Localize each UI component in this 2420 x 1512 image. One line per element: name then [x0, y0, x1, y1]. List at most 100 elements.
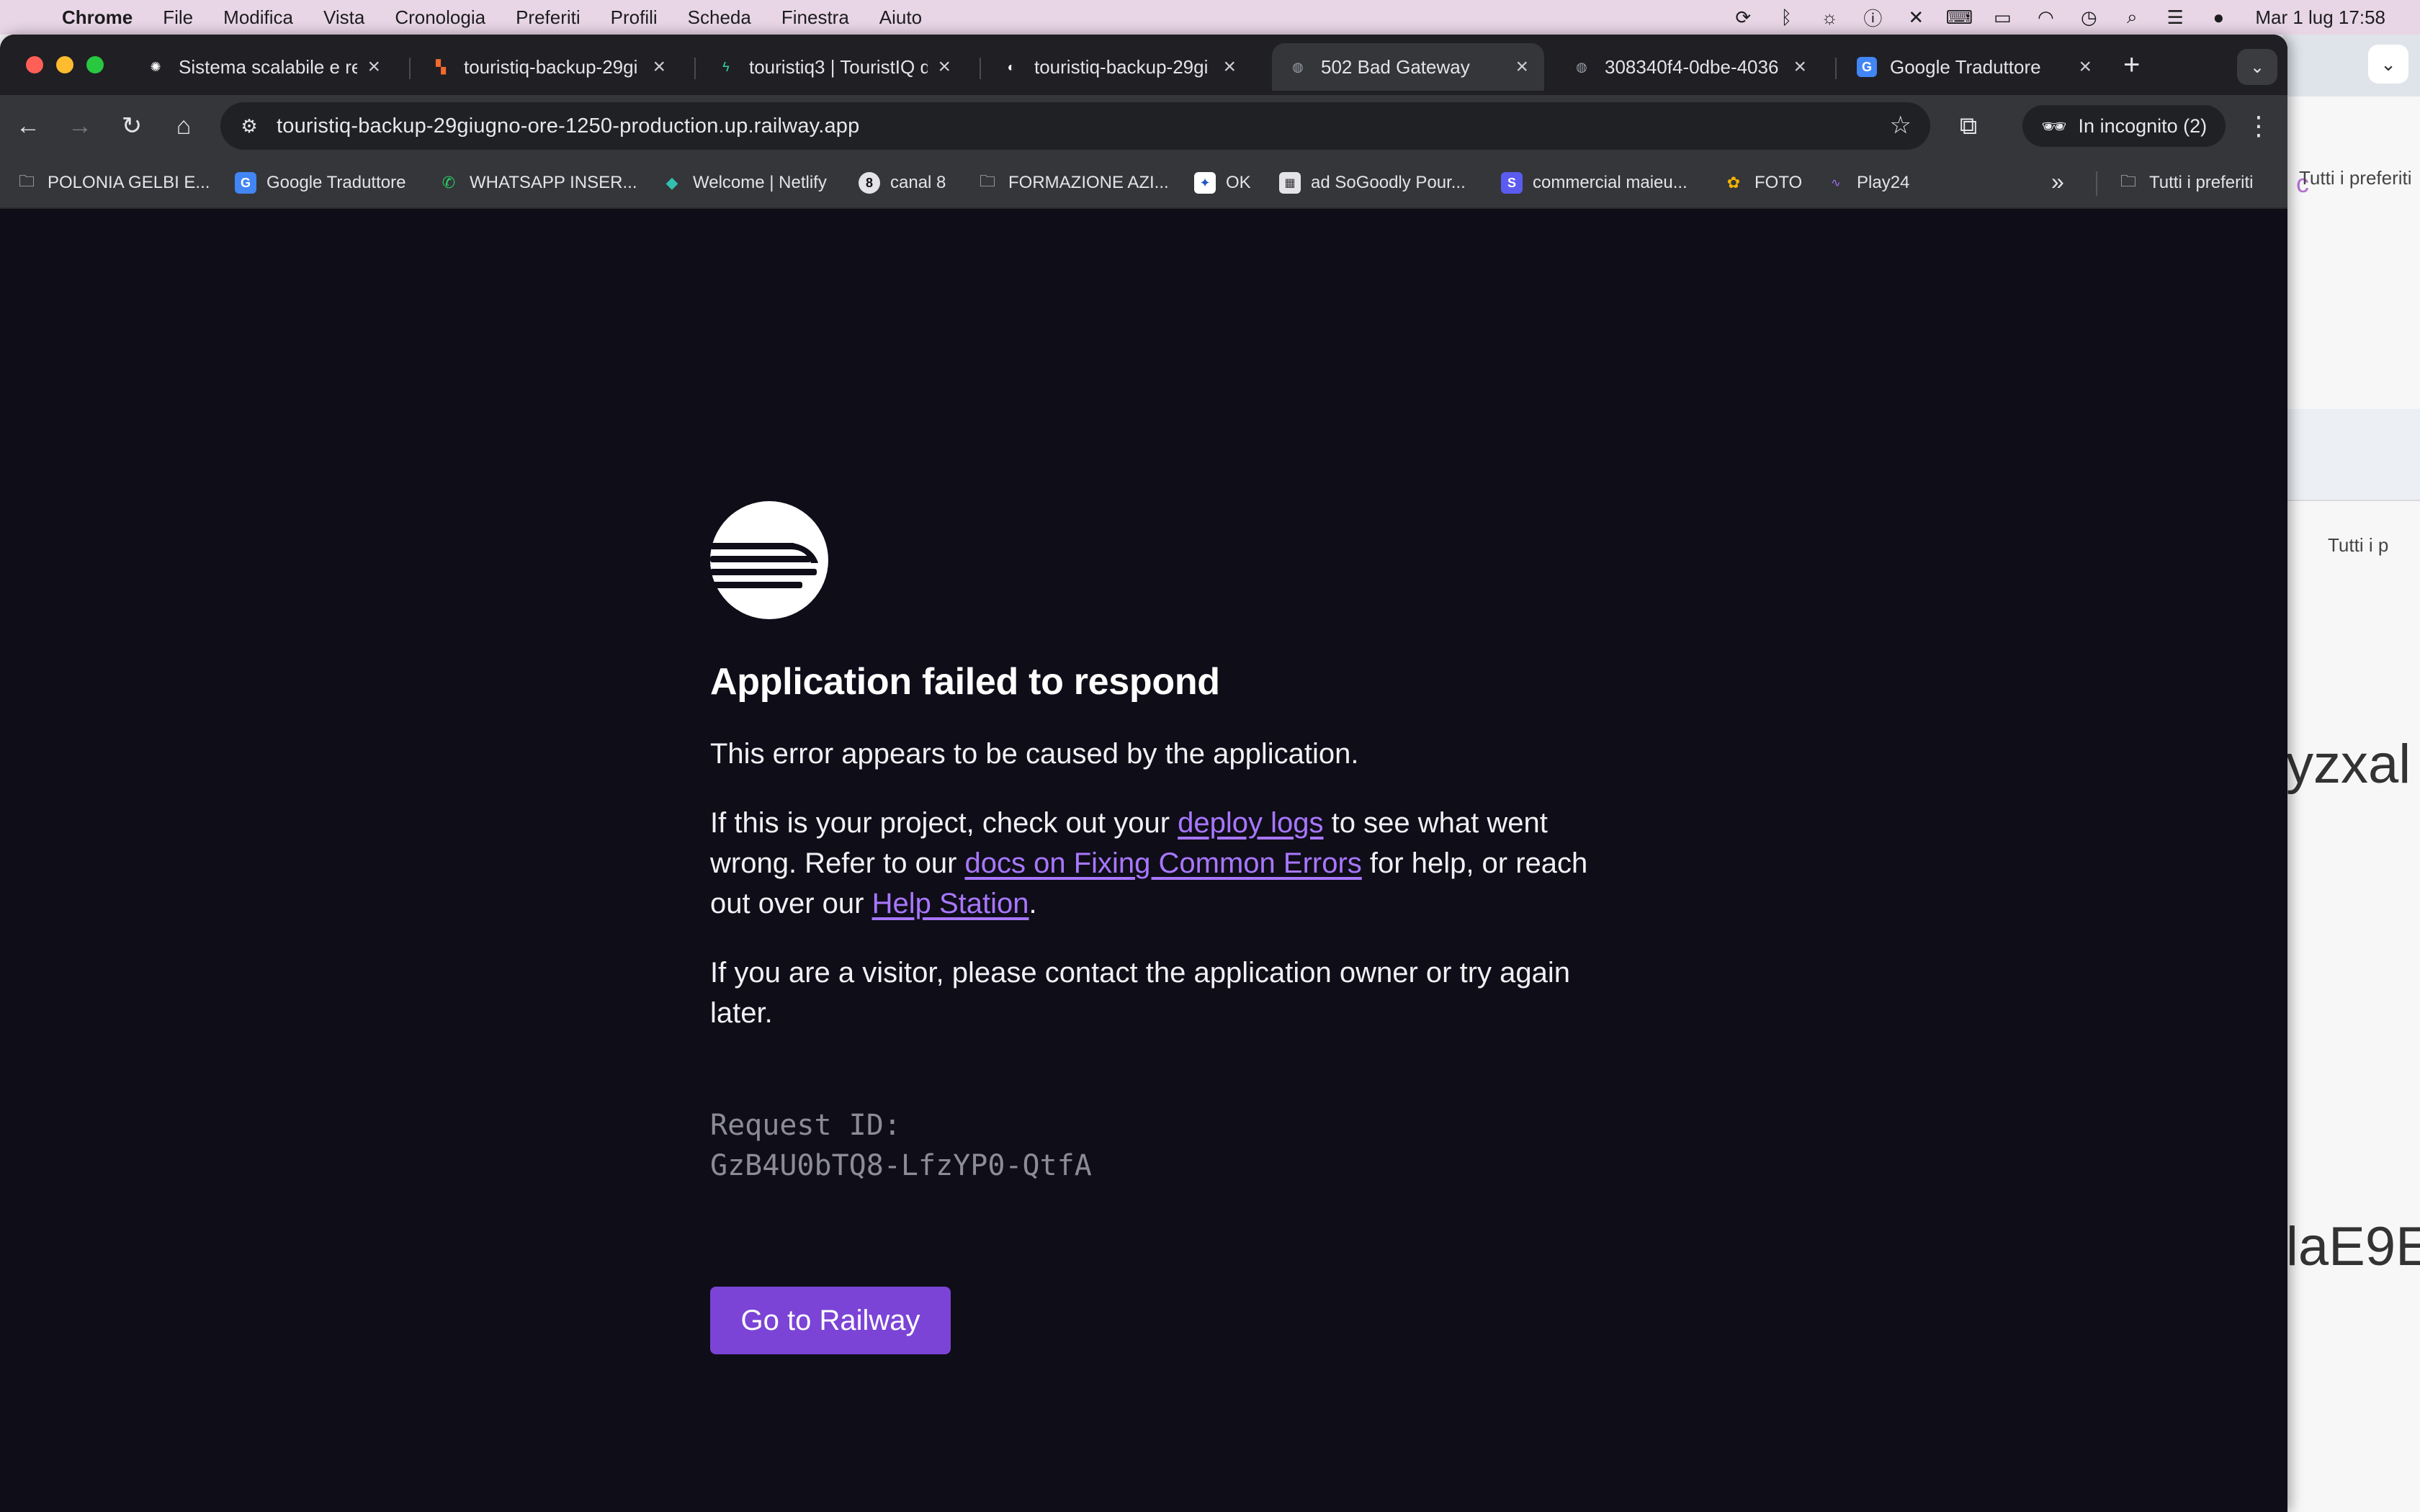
tab-search-chevron-icon[interactable]: ⌄ [2237, 49, 2277, 85]
bookmark-google-traduttore[interactable]: G Google Traduttore [235, 157, 405, 209]
wifi-icon[interactable]: ◠ [2033, 6, 2058, 28]
tab-close-icon[interactable]: × [1793, 55, 1806, 79]
tab-sistema-scalabile[interactable]: ✺ Sistema scalabile e re × [130, 43, 396, 91]
tab-close-icon[interactable]: × [938, 55, 951, 79]
tab-title: Google Traduttore [1890, 55, 2041, 78]
bookmark-play24[interactable]: ∿ Play24 [1825, 157, 1909, 209]
site-settings-icon[interactable]: ⚙ [233, 110, 265, 142]
menu-modifica[interactable]: Modifica [223, 6, 293, 29]
menu-cronologia[interactable]: Cronologia [395, 6, 485, 29]
bookmark-commercial[interactable]: S commercial maieu... [1501, 157, 1688, 209]
minimize-window-button[interactable] [56, 56, 73, 73]
background-text-fragment-2: laE9E [2286, 1216, 2420, 1277]
battery-icon[interactable]: ▭ [1990, 6, 2015, 28]
bookmark-whatsapp[interactable]: ✆ WHATSAPP INSER... [438, 157, 637, 209]
tab-google-traduttore[interactable]: G Google Traduttore × [1841, 43, 2107, 91]
reload-icon[interactable]: ↻ [114, 108, 150, 144]
bookmark-formazione[interactable]: 🗀 FORMAZIONE AZI... [977, 157, 1169, 209]
canal8-icon: 8 [859, 172, 880, 194]
chrome-window: ✺ Sistema scalabile e re × ▚ touristiq-b… [0, 35, 2287, 1512]
brightness-icon[interactable]: ☼ [1817, 6, 1842, 28]
page-content: Application failed to respond This error… [0, 209, 2287, 1512]
new-tab-plus-icon[interactable]: + [2123, 49, 2140, 81]
menu-finestra[interactable]: Finestra [781, 6, 849, 29]
tab-divider [694, 58, 696, 79]
globe-favicon-icon: ◍ [1292, 59, 1304, 74]
address-bar-url[interactable]: touristiq-backup-29giugno-ore-1250-produ… [277, 114, 859, 138]
bookmark-foto[interactable]: ✿ FOTO [1723, 157, 1802, 209]
background-window: ⌄ c Tutti i preferiti Tutti i p yzxal la… [2283, 35, 2420, 1512]
go-to-railway-button[interactable]: Go to Railway [710, 1287, 951, 1354]
bookmark-label: ad SoGoodly Pour... [1311, 173, 1466, 192]
back-arrow-icon[interactable]: ← [10, 108, 46, 144]
home-icon[interactable]: ⌂ [166, 108, 202, 144]
bookmark-netlify[interactable]: ◆ Welcome | Netlify [661, 157, 827, 209]
bookmark-tutti-i-preferiti[interactable]: 🗀 Tutti i preferiti [2118, 157, 2254, 209]
bookmarks-bar: 🗀 POLONIA GELBI E... G Google Traduttore… [0, 157, 2287, 209]
bookmark-polonia[interactable]: 🗀 POLONIA GELBI E... [16, 157, 210, 209]
background-text-fragment-1: yzxal [2286, 734, 2411, 795]
tab-502-bad-gateway[interactable]: ◍ 502 Bad Gateway × [1272, 43, 1544, 91]
tab-close-icon[interactable]: × [653, 55, 666, 79]
tab-touristiq-backup-2[interactable]: ◐ touristiq-backup-29gi × [985, 43, 1252, 91]
siri-icon[interactable]: ● [2206, 6, 2231, 28]
tab-title: touristiq3 | TouristIQ d [749, 55, 928, 78]
google-translate-favicon-icon: G [1857, 57, 1877, 77]
page-title: Application failed to respond [710, 661, 1220, 703]
menu-profili[interactable]: Profili [611, 6, 658, 29]
extensions-puzzle-icon[interactable]: ⧉ [1950, 108, 1986, 144]
tab-close-icon[interactable]: × [1515, 55, 1528, 79]
tab-close-icon[interactable]: × [367, 55, 380, 79]
incognito-indicator[interactable]: 🕶 In incognito (2) [2022, 105, 2226, 147]
tab-touristiq-backup-1[interactable]: ▚ touristiq-backup-29gi × [415, 43, 681, 91]
mute-icon[interactable]: ✕ [1904, 6, 1928, 28]
deploy-logs-link[interactable]: deploy logs [1178, 807, 1323, 839]
zoom-window-button[interactable] [86, 56, 104, 73]
bookmark-star-icon[interactable]: ☆ [1890, 111, 1912, 140]
bookmark-label: canal 8 [890, 173, 946, 192]
background-chevron-down-icon[interactable]: ⌄ [2368, 45, 2408, 84]
google-translate-icon: G [235, 172, 256, 194]
tab-308340f4[interactable]: ◍ 308340f4-0dbe-4036 × [1556, 43, 1822, 91]
tab-divider [980, 58, 981, 79]
tab-close-icon[interactable]: × [1223, 55, 1236, 79]
help-text-part: If this is your project, check out your [710, 807, 1178, 839]
bookmark-label: FORMAZIONE AZI... [1008, 173, 1169, 192]
help-station-link[interactable]: Help Station [872, 888, 1029, 919]
keyboard-icon[interactable]: ⌨ [1946, 6, 1973, 28]
visitor-text: If you are a visitor, please contact the… [710, 957, 1571, 1029]
menu-vista[interactable]: Vista [323, 6, 364, 29]
bookmark-sogoodly[interactable]: ▦ ad SoGoodly Pour... [1279, 157, 1466, 209]
tab-title: touristiq-backup-29gi [1034, 55, 1209, 78]
menu-preferiti[interactable]: Preferiti [516, 6, 581, 29]
close-window-button[interactable] [26, 56, 43, 73]
spotlight-search-icon[interactable]: ⌕ [2120, 6, 2144, 28]
sogoodly-icon: ▦ [1279, 172, 1301, 194]
menu-file[interactable]: File [163, 6, 193, 29]
tab-touristiq3[interactable]: ϟ touristiq3 | TouristIQ d × [700, 43, 967, 91]
menubar-clock[interactable]: Mar 1 lug 17:58 [2255, 6, 2385, 29]
railway-favicon-icon: ◐ [1007, 59, 1016, 74]
sync-icon[interactable]: ⟳ [1731, 6, 1755, 28]
address-bar[interactable]: ⚙ touristiq-backup-29giugno-ore-1250-pro… [220, 102, 1930, 150]
menu-scheda[interactable]: Scheda [688, 6, 751, 29]
bookmark-ok[interactable]: ✦ OK [1194, 157, 1251, 209]
replit-favicon-icon: ▚ [436, 59, 446, 74]
time-machine-icon[interactable]: ◷ [2076, 6, 2101, 28]
accessibility-icon[interactable]: ⓘ [1860, 6, 1885, 30]
error-panel: Application failed to respond This error… [710, 501, 1589, 1354]
tab-close-icon[interactable]: × [2079, 55, 2092, 79]
forward-arrow-icon[interactable]: → [62, 108, 98, 144]
fixing-common-errors-link[interactable]: docs on Fixing Common Errors [965, 847, 1362, 879]
bookmark-label: Play24 [1857, 173, 1910, 192]
bookmarks-overflow-chevron-icon[interactable]: » [2051, 168, 2064, 195]
bookmark-canal-8[interactable]: 8 canal 8 [859, 157, 946, 209]
request-id-label: Request ID: [710, 1109, 901, 1142]
menu-aiuto[interactable]: Aiuto [879, 6, 922, 29]
menu-chrome[interactable]: Chrome [62, 6, 133, 29]
bluetooth-icon[interactable]: ᛒ [1774, 6, 1798, 28]
control-center-icon[interactable]: ☰ [2163, 6, 2187, 28]
s-icon: S [1501, 172, 1523, 194]
folder-icon: 🗀 [2120, 172, 2136, 190]
chrome-menu-kebab-icon[interactable]: ⋮ [2244, 108, 2273, 144]
